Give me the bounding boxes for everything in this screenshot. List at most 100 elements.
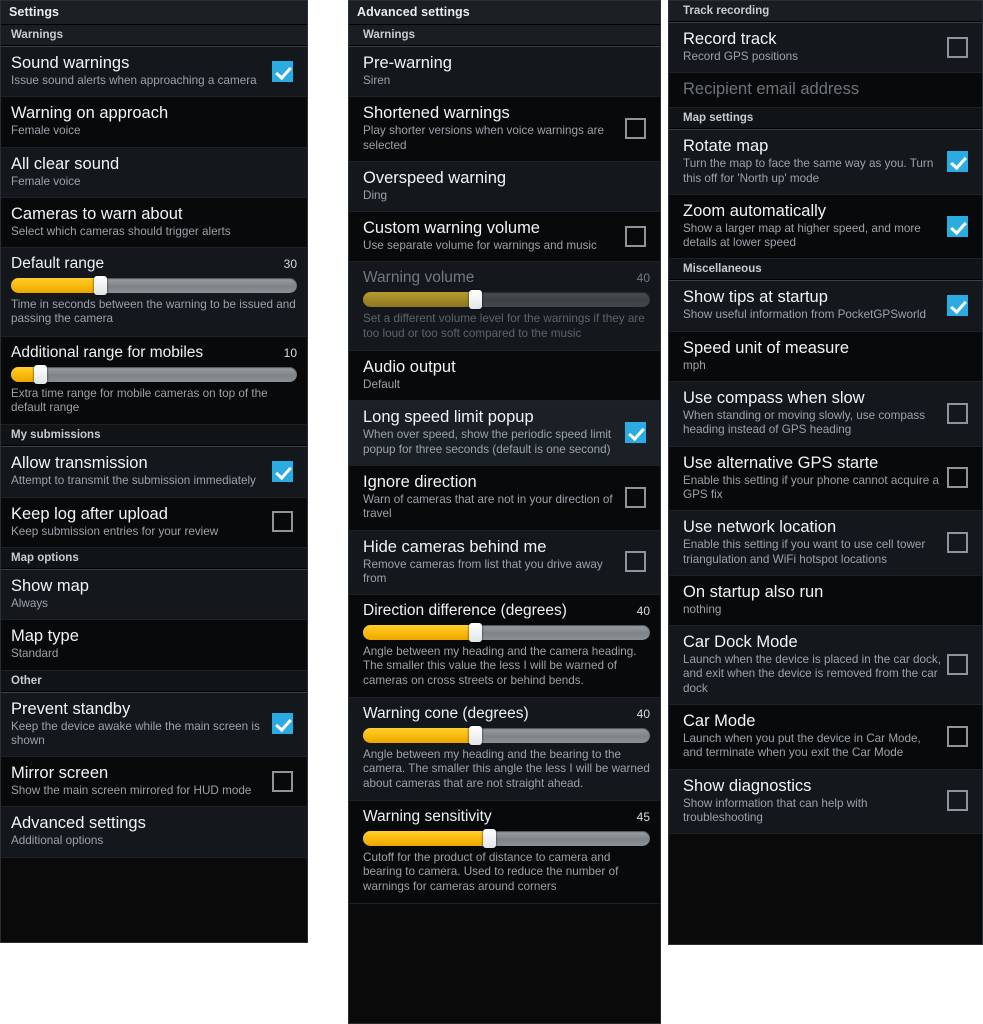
setting-row-show-map[interactable]: Show map Always — [1, 569, 307, 621]
setting-row-zoom-automatically[interactable]: Zoom automatically Show a larger map at h… — [669, 194, 982, 260]
setting-row-show-tips-at-startup[interactable]: Show tips at startup Show useful informat… — [669, 281, 982, 332]
setting-row-rotate-map[interactable]: Rotate map Turn the map to face the same … — [669, 130, 982, 195]
slider-thumb[interactable] — [468, 726, 482, 746]
slider-thumb[interactable] — [468, 623, 482, 643]
setting-row-mirror-screen[interactable]: Mirror screen Show the main screen mirror… — [1, 757, 307, 808]
checkbox-checked-icon[interactable] — [625, 422, 646, 444]
panel1-list[interactable]: Warnings Sound warnings Issue sound alerts… — [1, 25, 307, 858]
slider-header: Warning volume 40 — [363, 268, 650, 287]
setting-row-shortened-warnings[interactable]: Shortened warnings Play shorter versions … — [349, 97, 660, 162]
checkbox-checked-icon[interactable] — [272, 713, 293, 735]
setting-row-record-track[interactable]: Record track Record GPS positions — [669, 23, 982, 74]
setting-text: Use network location Enable this setting … — [669, 518, 947, 567]
panel3-list[interactable]: Track recording Record track Record GPS po… — [669, 1, 982, 835]
setting-row-map-type[interactable]: Map type Standard — [1, 620, 307, 671]
setting-title: Show tips at startup — [683, 288, 828, 307]
checkbox-unchecked-icon[interactable] — [947, 725, 968, 747]
setting-row-warning-on-approach[interactable]: Warning on approach Female voice — [1, 97, 307, 148]
checkbox-checked-icon[interactable] — [947, 215, 968, 237]
checkbox-unchecked-icon[interactable] — [272, 511, 293, 533]
setting-row-ignore-direction[interactable]: Ignore direction Warn of cameras that are… — [349, 465, 660, 531]
setting-row-pre-warning[interactable]: Pre-warning Siren — [349, 47, 660, 98]
setting-row-use-alternative-gps-starte[interactable]: Use alternative GPS starte Enable this se… — [669, 446, 982, 512]
slider-value: 10 — [283, 345, 297, 360]
setting-row-on-startup-also-run[interactable]: On startup also run nothing — [669, 575, 982, 627]
setting-text: Ignore direction Warn of cameras that are… — [349, 473, 625, 522]
slider-setting-warning-volume[interactable]: Warning volume 40 Set a different volume l… — [349, 262, 660, 352]
checkbox-unchecked-icon[interactable] — [625, 118, 646, 140]
slider-track[interactable] — [11, 276, 297, 296]
slider-setting-additional-range-for-mobiles[interactable]: Additional range for mobiles 10 Extra time… — [1, 336, 307, 426]
setting-row-use-network-location[interactable]: Use network location Enable this setting … — [669, 511, 982, 576]
setting-row-overspeed-warning[interactable]: Overspeed warning Ding — [349, 161, 660, 213]
checkbox-unchecked-icon[interactable] — [947, 532, 968, 554]
panel2-list[interactable]: Warnings Pre-warning Siren Shortened warnin… — [349, 25, 660, 904]
checkbox-unchecked-icon[interactable] — [947, 402, 968, 424]
section-header-label: Other — [11, 674, 42, 687]
setting-text: Shortened warnings Play shorter versions … — [349, 104, 625, 153]
slider-track[interactable] — [363, 290, 650, 310]
setting-row-long-speed-limit-popup[interactable]: Long speed limit popup When over speed, s… — [349, 401, 660, 466]
slider-setting-warning-sensitivity[interactable]: Warning sensitivity 45 Cutoff for the prod… — [349, 800, 660, 904]
setting-row-cameras-to-warn-about[interactable]: Cameras to warn about Select which camera… — [1, 197, 307, 249]
slider-thumb[interactable] — [468, 290, 482, 310]
setting-row-keep-log-after-upload[interactable]: Keep log after upload Keep submission ent… — [1, 497, 307, 548]
slider-value: 45 — [636, 809, 650, 824]
setting-text: Hide cameras behind me Remove cameras fro… — [349, 538, 625, 587]
advanced-settings-panel-continued: Track recording Record track Record GPS po… — [668, 0, 983, 945]
setting-row-recipient-email-address: Recipient email address — [669, 73, 982, 109]
setting-text: Show diagnostics Show information that ca… — [669, 777, 947, 826]
setting-text: Mirror screen Show the main screen mirror… — [1, 764, 272, 798]
slider-track[interactable] — [363, 828, 650, 848]
checkbox-unchecked-icon[interactable] — [272, 770, 293, 792]
checkbox-checked-icon[interactable] — [947, 151, 968, 173]
setting-row-use-compass-when-slow[interactable]: Use compass when slow When standing or mo… — [669, 382, 982, 447]
setting-row-speed-unit-of-measure[interactable]: Speed unit of measure mph — [669, 331, 982, 383]
section-header-label: Map settings — [683, 112, 754, 125]
checkbox-unchecked-icon[interactable] — [947, 790, 968, 812]
checkbox-unchecked-icon[interactable] — [947, 654, 968, 676]
slider-setting-default-range[interactable]: Default range 30 Time in seconds between t… — [1, 248, 307, 337]
setting-row-prevent-standby[interactable]: Prevent standby Keep the device awake whi… — [1, 692, 307, 758]
slider-track[interactable] — [363, 623, 650, 643]
setting-text: Record track Record GPS positions — [669, 30, 947, 64]
panel2-titlebar: Advanced settings — [349, 1, 660, 25]
setting-summary: When standing or moving slowly, use comp… — [683, 409, 926, 437]
checkbox-checked-icon[interactable] — [272, 60, 293, 82]
slider-thumb[interactable] — [33, 364, 47, 384]
setting-summary: Default — [363, 378, 401, 392]
setting-row-car-dock-mode[interactable]: Car Dock Mode Launch when the device is p… — [669, 626, 982, 706]
setting-summary: Cutoff for the product of distance to ca… — [363, 850, 619, 893]
slider-inset: Warning volume 40 Set a different volume l… — [349, 268, 650, 341]
checkbox-unchecked-icon[interactable] — [625, 551, 646, 573]
slider-setting-direction-difference-degrees[interactable]: Direction difference (degrees) 40 Angle be… — [349, 595, 660, 699]
slider-label: Direction difference (degrees) — [363, 602, 567, 620]
setting-row-sound-warnings[interactable]: Sound warnings Issue sound alerts when ap… — [1, 47, 307, 98]
checkbox-unchecked-icon[interactable] — [947, 36, 968, 58]
setting-row-advanced-settings[interactable]: Advanced settings Additional options — [1, 807, 307, 858]
slider-setting-warning-cone-degrees[interactable]: Warning cone (degrees) 40 Angle between my… — [349, 698, 660, 801]
setting-row-allow-transmission[interactable]: Allow transmission Attempt to transmit th… — [1, 447, 307, 498]
checkbox-checked-icon[interactable] — [947, 295, 968, 317]
setting-text: Car Mode Launch when you put the device i… — [669, 712, 947, 761]
slider-track[interactable] — [11, 364, 297, 384]
setting-row-custom-warning-volume[interactable]: Custom warning volume Use separate volume… — [349, 212, 660, 263]
setting-row-show-diagnostics[interactable]: Show diagnostics Show information that ca… — [669, 769, 982, 835]
setting-summary: Show the main screen mirrored for HUD mo… — [11, 784, 252, 798]
setting-row-car-mode[interactable]: Car Mode Launch when you put the device i… — [669, 705, 982, 770]
slider-header: Warning sensitivity 45 — [363, 807, 650, 826]
slider-track[interactable] — [363, 726, 650, 746]
checkbox-unchecked-icon[interactable] — [625, 486, 646, 508]
checkbox-unchecked-icon[interactable] — [947, 467, 968, 489]
section-header-label: Map options — [11, 551, 79, 564]
setting-title: Warning on approach — [11, 104, 169, 123]
checkbox-checked-icon[interactable] — [272, 461, 293, 483]
checkbox-unchecked-icon[interactable] — [625, 225, 646, 247]
slider-header: Warning cone (degrees) 40 — [363, 704, 650, 723]
setting-row-all-clear-sound[interactable]: All clear sound Female voice — [1, 147, 307, 198]
slider-label: Default range — [11, 255, 105, 273]
setting-row-audio-output[interactable]: Audio output Default — [349, 351, 660, 402]
setting-row-hide-cameras-behind-me[interactable]: Hide cameras behind me Remove cameras fro… — [349, 530, 660, 596]
slider-thumb[interactable] — [93, 276, 107, 296]
slider-thumb[interactable] — [483, 828, 497, 848]
